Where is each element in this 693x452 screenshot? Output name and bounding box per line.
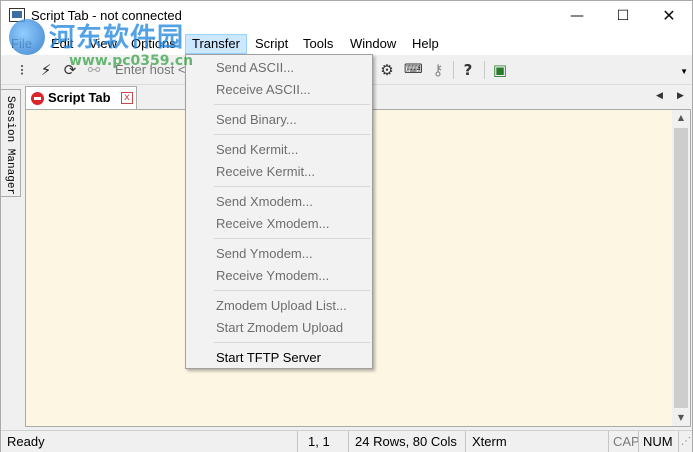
quick-connect-icon[interactable]: ⚡ [37,61,55,79]
host-input[interactable] [111,60,187,80]
menu-separator [214,186,370,187]
tab-close-icon[interactable]: x [121,92,133,104]
close-button[interactable]: ✕ [646,1,692,31]
tab-scroll-right-icon[interactable]: ▶ [677,91,684,101]
status-bar: Ready 1, 1 24 Rows, 80 Cols Xterm CAP NU… [1,430,692,452]
menu-separator [214,290,370,291]
cursor-position: 1, 1 [297,431,348,452]
gear-icon[interactable]: ⚙ [378,61,396,79]
scroll-up-icon[interactable]: ▲ [672,110,690,126]
menu-item-send-kermit[interactable]: Send Kermit... [186,139,372,161]
app-window: Script Tab - not connected — ☐ ✕ File Ed… [0,0,693,452]
session-manager-tab[interactable]: Session Manager [1,89,21,197]
maximize-button[interactable]: ☐ [600,1,646,31]
vertical-scrollbar[interactable]: ▲ ▼ [672,110,690,426]
menu-item-zmodem-upload-list[interactable]: Zmodem Upload List... [186,295,372,317]
menu-item-send-ymodem[interactable]: Send Ymodem... [186,243,372,265]
terminal-size: 24 Rows, 80 Cols [348,431,465,452]
menu-separator [214,342,370,343]
caps-lock-indicator: CAP [608,431,640,452]
menu-options[interactable]: Options [125,34,182,54]
toolbar-overflow-icon[interactable]: ▼ [680,67,688,76]
keymap-icon[interactable]: ⌨ [404,61,423,79]
menu-window[interactable]: Window [344,34,402,54]
menu-item-receive-ascii[interactable]: Receive ASCII... [186,79,372,101]
disconnected-icon [31,92,44,105]
menu-transfer[interactable]: Transfer [185,34,247,54]
help-icon[interactable]: ? [459,61,477,79]
disconnect-icon[interactable]: ⚯ [85,61,103,79]
menu-item-receive-xmodem[interactable]: Receive Xmodem... [186,213,372,235]
resize-grip-icon[interactable]: ⋰ [678,431,692,452]
title-bar: Script Tab - not connected — ☐ ✕ [1,1,692,31]
scroll-down-icon[interactable]: ▼ [672,410,690,426]
tab-scroll-left-icon[interactable]: ◀ [656,91,663,101]
toolbar-separator [453,61,454,79]
session-manager-label: Session Manager [4,96,16,196]
window-title: Script Tab - not connected [31,8,182,23]
menu-separator [214,238,370,239]
num-lock-indicator: NUM [638,431,678,452]
minimize-button[interactable]: — [554,1,600,31]
menu-separator [214,134,370,135]
menu-item-start-zmodem-upload[interactable]: Start Zmodem Upload [186,317,372,339]
terminal-type: Xterm [465,431,608,452]
transfer-menu: Send ASCII... Receive ASCII... Send Bina… [185,54,373,369]
key-icon[interactable]: ⚷ [429,61,447,79]
menu-edit[interactable]: Edit [45,34,79,54]
menu-item-send-binary[interactable]: Send Binary... [186,109,372,131]
scrollbar-thumb[interactable] [674,128,688,408]
status-text: Ready [7,434,45,449]
menu-file[interactable]: File [5,34,38,54]
menu-item-send-xmodem[interactable]: Send Xmodem... [186,191,372,213]
lock-screen-icon[interactable]: ▣ [491,61,509,79]
menu-view[interactable]: View [83,34,123,54]
menu-tools[interactable]: Tools [297,34,339,54]
menu-bar: File Edit View Options Transfer Script T… [1,31,692,55]
menu-script[interactable]: Script [249,34,294,54]
menu-separator [214,104,370,105]
toolbar-separator [484,61,485,79]
menu-help[interactable]: Help [406,34,445,54]
tab-label: Script Tab [48,90,111,105]
menu-item-receive-kermit[interactable]: Receive Kermit... [186,161,372,183]
tab-script[interactable]: Script Tab x [25,86,137,110]
menu-item-start-tftp-server[interactable]: Start TFTP Server [186,347,372,369]
menu-item-send-ascii[interactable]: Send ASCII... [186,57,372,79]
app-icon[interactable] [9,8,25,22]
connect-icon[interactable]: ⁝ [13,61,31,79]
menu-item-receive-ymodem[interactable]: Receive Ymodem... [186,265,372,287]
reconnect-icon[interactable]: ⟳ [61,61,79,79]
